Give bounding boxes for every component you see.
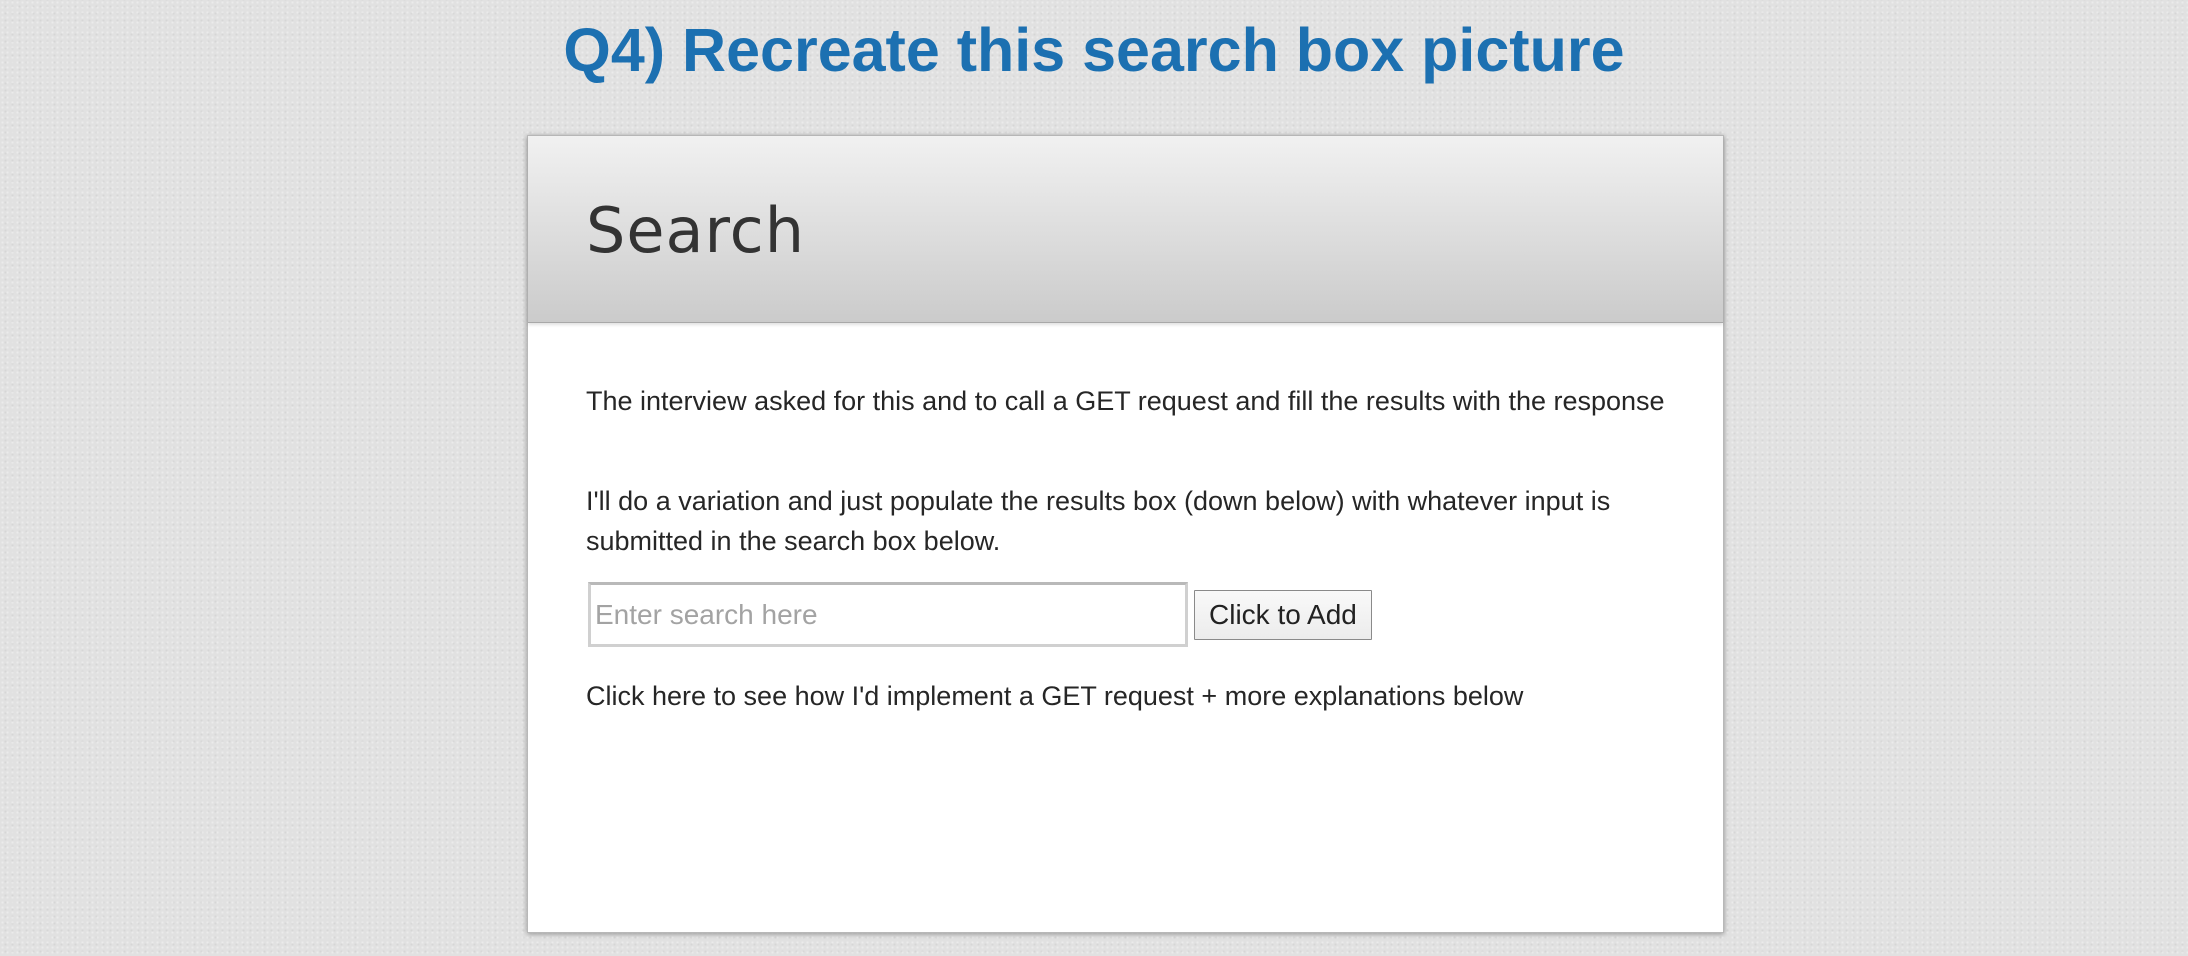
search-input[interactable] <box>588 582 1188 647</box>
page-heading: Q4) Recreate this search box picture <box>563 16 1625 84</box>
panel-title: Search <box>586 194 806 267</box>
panel-header: Search <box>528 136 1723 323</box>
search-panel: Search The interview asked for this and … <box>527 135 1724 933</box>
get-request-link[interactable]: Click here to see how I'd implement a GE… <box>586 676 1666 716</box>
description-paragraph: The interview asked for this and to call… <box>586 386 1665 416</box>
search-row: Click to Add <box>588 582 1372 647</box>
variation-paragraph: I'll do a variation and just populate th… <box>586 486 1611 556</box>
add-button[interactable]: Click to Add <box>1194 589 1372 640</box>
